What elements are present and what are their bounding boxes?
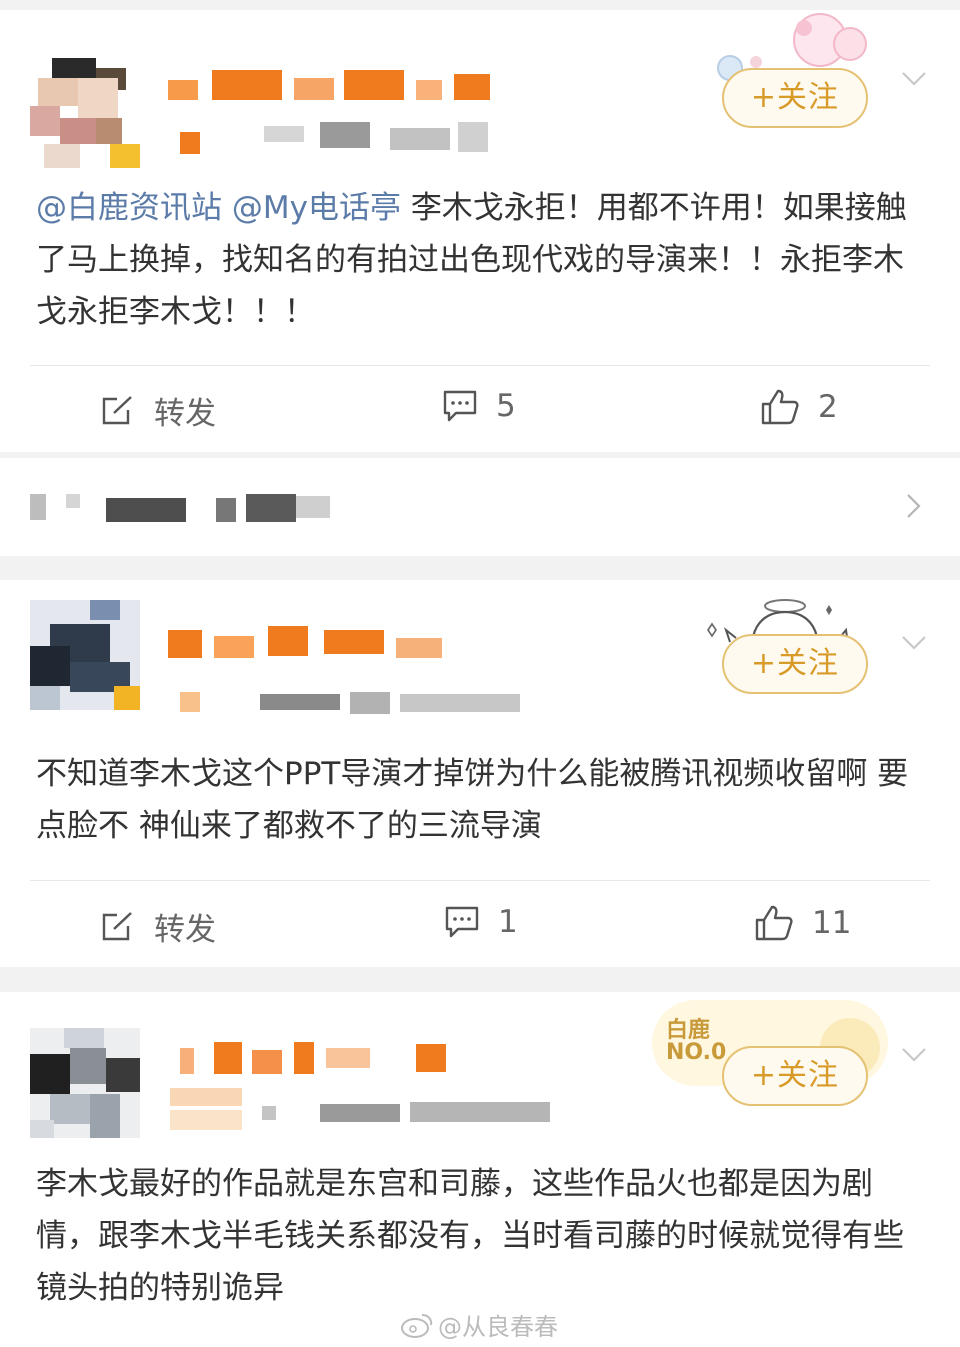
post-body: 不知道李木戈这个PPT导演才掉饼为什么能被腾讯视频收留啊 要点脸不 神仙来了都救… [36, 756, 909, 844]
comment-button[interactable]: 1 [444, 904, 518, 940]
like-icon [761, 389, 799, 425]
post-text: 不知道李木戈这个PPT导演才掉饼为什么能被腾讯视频收留啊 要点脸不 神仙来了都救… [36, 748, 926, 852]
repost-label: 转发 [154, 912, 216, 948]
post-text: @白鹿资讯站 @My电话亭 李木戈永拒！用都不许用！如果接触了马上换掉，找知名的… [36, 182, 926, 338]
post-text: 李木戈最好的作品就是东宫和司藤，这些作品火也都是因为剧情，跟李木戈半毛钱关系都没… [36, 1158, 926, 1314]
post-card-2: +关注 不知道李木戈这个PPT导演才掉饼为什么能被腾讯视频收留啊 要点脸不 神仙… [0, 580, 960, 967]
chevron-down-icon[interactable] [900, 628, 928, 656]
avatar[interactable] [30, 58, 140, 168]
like-count: 2 [818, 389, 838, 425]
username-blurred[interactable] [180, 1042, 450, 1078]
like-button[interactable]: 11 [754, 904, 851, 942]
follow-button[interactable]: +关注 [722, 634, 868, 694]
repost-label: 转发 [154, 396, 216, 432]
repost-button[interactable]: 转发 [100, 388, 216, 433]
watermark: @从良春春 [400, 1307, 558, 1342]
comment-preview-row[interactable] [0, 458, 960, 556]
mention-link[interactable]: @白鹿资讯站 [36, 190, 222, 226]
post-card-3: 白鹿 NO.0 +关注 李木戈最好的作品就是东宫和司藤，这些作品火也都是因为剧情… [0, 992, 960, 1347]
like-button[interactable]: 2 [760, 388, 838, 426]
watermark-text: @从良春春 [438, 1313, 558, 1341]
meta-blurred [180, 122, 500, 156]
comment-count: 1 [498, 904, 518, 940]
username-blurred[interactable] [168, 626, 458, 662]
avatar[interactable] [30, 600, 140, 710]
like-icon [755, 905, 793, 941]
meta-blurred [170, 1088, 570, 1134]
repost-icon [102, 395, 132, 424]
post-body: 李木戈最好的作品就是东宫和司藤，这些作品火也都是因为剧情，跟李木戈半毛钱关系都没… [36, 1166, 904, 1306]
divider [30, 880, 930, 881]
post-card-1: +关注 @白鹿资讯站 @My电话亭 李木戈永拒！用都不许用！如果接触了马上换掉，… [0, 10, 960, 452]
chevron-down-icon[interactable] [900, 64, 928, 92]
like-count: 11 [812, 905, 852, 941]
repost-icon [102, 911, 132, 940]
divider [30, 365, 930, 366]
chevron-down-icon[interactable] [900, 1040, 928, 1068]
comment-icon [445, 906, 479, 938]
comment-button[interactable]: 5 [442, 388, 516, 424]
chevron-right-icon[interactable] [902, 492, 924, 520]
fan-badge-line2: NO.0 [666, 1040, 727, 1065]
repost-button[interactable]: 转发 [100, 904, 216, 949]
username-blurred[interactable] [168, 70, 498, 106]
avatar[interactable] [30, 1028, 140, 1138]
mention-link[interactable]: @My电话亭 [232, 190, 401, 226]
comment-icon [443, 390, 477, 422]
follow-button[interactable]: +关注 [722, 1046, 868, 1106]
comment-count: 5 [496, 388, 516, 424]
meta-blurred [180, 684, 530, 718]
follow-button[interactable]: +关注 [722, 68, 868, 128]
comment-preview-blurred [30, 490, 330, 524]
weibo-logo-icon [401, 1313, 433, 1338]
